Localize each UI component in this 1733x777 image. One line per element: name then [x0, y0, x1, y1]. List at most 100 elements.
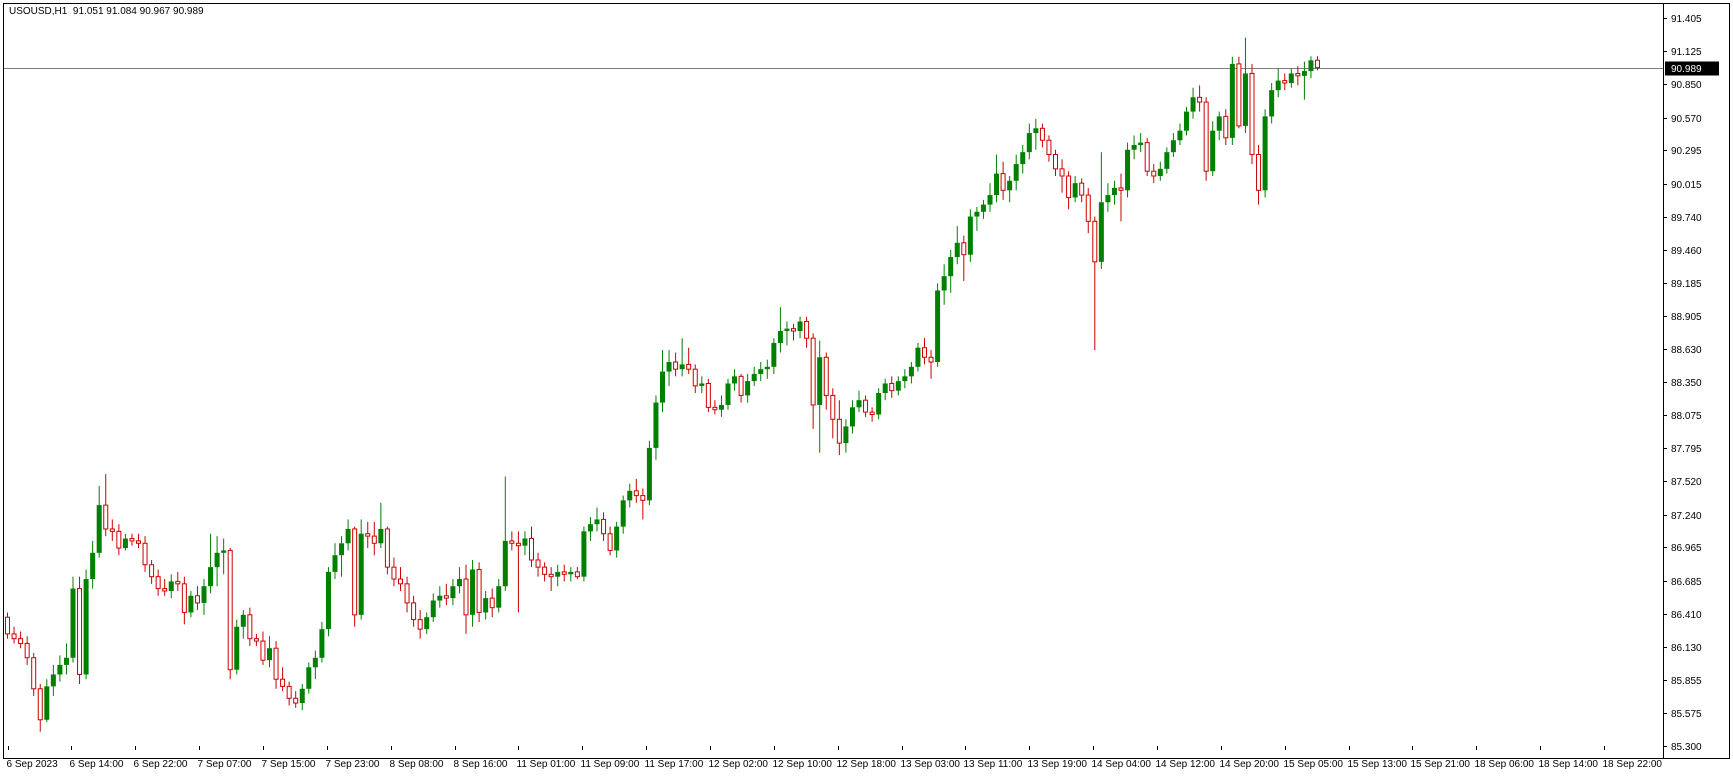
candle [345, 519, 351, 551]
candle [646, 440, 652, 506]
candle [614, 521, 620, 558]
candle-body-bull [751, 373, 757, 382]
x-tick-label: 11 Sep 09:00 [581, 759, 640, 770]
candle [1144, 137, 1150, 177]
candle [928, 350, 934, 379]
candle-body-bear [365, 533, 371, 537]
candle [601, 512, 607, 541]
candle-body-bull [1098, 202, 1104, 262]
candle-body-bear [227, 549, 233, 671]
candle-body-bull [732, 376, 738, 384]
candle-body-bear [889, 382, 895, 392]
x-tick-label: 13 Sep 11:00 [964, 759, 1023, 770]
candle-body-bull [1157, 168, 1163, 177]
candle [705, 378, 711, 413]
candle [1229, 56, 1235, 145]
candle-body-bull [1164, 152, 1170, 169]
candle-body-bear [11, 633, 17, 640]
candle [718, 395, 724, 417]
candle [332, 543, 338, 580]
candle-body-bear [1092, 220, 1098, 263]
candle-body-bull [1013, 164, 1019, 181]
price-chart[interactable]: 91.405 91.125 90.850 90.570 90.295 90.015 89.7… [0, 0, 1733, 777]
candle-body-bear [1085, 194, 1091, 222]
candle-body-bull [234, 626, 240, 670]
x-tick-label: 14 Sep 04:00 [1092, 759, 1152, 770]
candle [430, 593, 436, 622]
candle-body-bear [1079, 182, 1085, 196]
x-tick-label: 11 Sep 01:00 [517, 759, 576, 770]
candle-body-bull [502, 540, 508, 587]
candle-body-bull [299, 688, 305, 704]
candle [234, 619, 240, 675]
candle-body-bear [1203, 101, 1209, 172]
candle-body-bull [1170, 140, 1176, 153]
candle [555, 564, 561, 587]
candle [653, 395, 659, 460]
candle [404, 576, 410, 613]
x-tick-label: 7 Sep 07:00 [198, 759, 252, 770]
x-tick-label: 18 Sep 06:00 [1475, 759, 1535, 770]
candle-body-bear [830, 394, 836, 420]
candle-body-bear [293, 697, 299, 704]
candle-body-bull [627, 490, 633, 501]
candle-body-bear [1295, 72, 1301, 77]
candle-body-bear [384, 528, 390, 568]
candle-body-bull [1138, 142, 1144, 145]
candle [784, 321, 790, 346]
candle [11, 626, 17, 644]
x-tick-label: 11 Sep 17:00 [645, 759, 704, 770]
candle [515, 531, 521, 613]
candle [1079, 178, 1085, 203]
candle [253, 633, 259, 646]
x-tick-label: 12 Sep 02:00 [709, 759, 769, 770]
candle [1282, 73, 1288, 91]
candle [162, 579, 168, 596]
candle-body-bull [83, 579, 89, 675]
candle-body-bear [686, 363, 692, 370]
candle [398, 567, 403, 591]
chart-window[interactable]: 91.405 91.125 90.850 90.570 90.295 90.015 89.7… [0, 0, 1733, 777]
candle-body-bull [1131, 144, 1137, 150]
candle [378, 502, 384, 549]
candle-body-bear [1197, 96, 1203, 103]
candle [1033, 118, 1039, 150]
candle-body-bear [77, 588, 83, 675]
x-tick-label: 13 Sep 03:00 [901, 759, 961, 770]
y-tick-label: 85.855 [1671, 676, 1702, 687]
candle [1210, 121, 1216, 177]
candle [424, 612, 430, 634]
candle [692, 364, 698, 394]
candle-body-bear [476, 569, 482, 613]
candle [1177, 123, 1183, 145]
candle [679, 338, 685, 377]
candle [863, 395, 869, 417]
candle [751, 366, 757, 386]
candle-body-bear [247, 614, 253, 640]
candle [994, 154, 1000, 203]
candle-body-bear [705, 382, 711, 408]
candle-body-bull [1190, 97, 1196, 112]
candle [1151, 164, 1157, 184]
candle-body-bull [424, 617, 430, 630]
candle-body-bear [260, 640, 266, 661]
y-tick-label: 90.295 [1671, 146, 1702, 157]
candle [535, 552, 541, 577]
candle [44, 679, 50, 723]
candle [1203, 97, 1209, 181]
candle [843, 419, 849, 453]
candle [1039, 123, 1045, 148]
candle [384, 526, 390, 575]
candle-body-bull [902, 376, 908, 382]
candle [437, 586, 443, 608]
candle [1138, 133, 1144, 153]
candle [908, 362, 914, 384]
candle [293, 691, 299, 708]
candle [168, 574, 174, 599]
candle [1000, 161, 1006, 200]
candle-body-bull [620, 500, 626, 527]
candle [987, 183, 993, 212]
candle [116, 524, 122, 556]
candle-body-bull [358, 533, 364, 615]
candle-body-bull [1177, 130, 1183, 141]
